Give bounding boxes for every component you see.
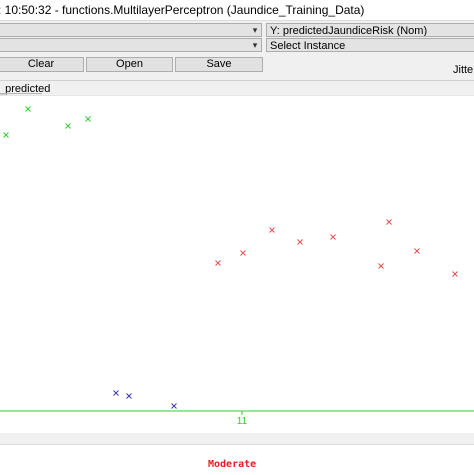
instance-select[interactable]: Select Instance [266, 38, 474, 52]
data-point-marker[interactable] [297, 239, 303, 245]
data-point-marker[interactable] [85, 116, 91, 122]
window-title: : 10:50:32 - functions.MultilayerPercept… [0, 3, 365, 17]
x-tick-label: 11 [237, 416, 248, 427]
x-axis-select[interactable]: ▾ [0, 23, 262, 37]
data-point-marker[interactable] [452, 271, 458, 277]
data-point-marker[interactable] [414, 248, 420, 254]
data-point-marker[interactable] [269, 227, 275, 233]
colour-select[interactable]: ▾ [0, 38, 262, 52]
chevron-down-icon: ▾ [252, 40, 258, 50]
open-button[interactable]: Open [86, 57, 173, 72]
y-axis-select[interactable]: Y: predictedJaundiceRisk (Nom) [266, 23, 474, 37]
controls-separator [0, 80, 474, 81]
legend-panel: Moderate [0, 444, 474, 475]
data-point-marker[interactable] [386, 219, 392, 225]
legend-item-moderate[interactable]: Moderate [208, 459, 256, 470]
data-point-marker[interactable] [171, 403, 177, 409]
data-point-marker[interactable] [240, 250, 246, 256]
data-point-marker[interactable] [378, 263, 384, 269]
scatter-plot-area[interactable]: 11 [0, 95, 474, 433]
data-point-marker[interactable] [3, 132, 9, 138]
data-point-marker[interactable] [330, 234, 336, 240]
clear-button[interactable]: Clear [0, 57, 84, 72]
jitter-label: Jitte [453, 64, 474, 76]
window-title-bar: : 10:50:32 - functions.MultilayerPercept… [0, 0, 474, 21]
scatter-plot-svg[interactable]: 11 [0, 96, 474, 433]
data-point-marker[interactable] [25, 106, 31, 112]
chevron-down-icon: ▾ [252, 25, 258, 35]
data-point-marker[interactable] [113, 390, 119, 396]
instance-select-value: Select Instance [270, 40, 346, 52]
save-button[interactable]: Save [175, 57, 263, 72]
label-divider [0, 93, 42, 94]
data-point-marker[interactable] [126, 393, 132, 399]
data-point-marker[interactable] [65, 123, 71, 129]
data-point-marker[interactable] [215, 260, 221, 266]
y-axis-select-value: Y: predictedJaundiceRisk (Nom) [270, 25, 428, 37]
